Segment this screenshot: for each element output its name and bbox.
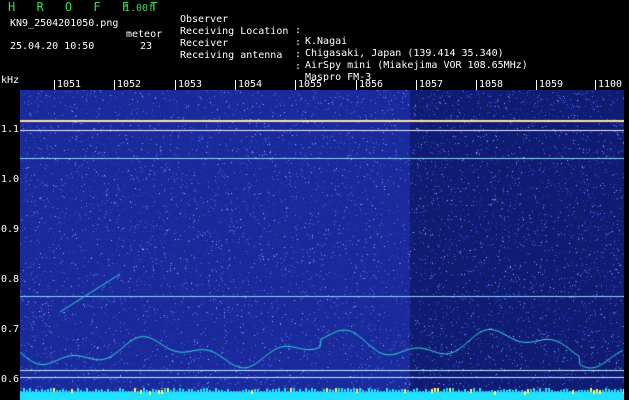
meteor-count: 23 — [140, 41, 153, 52]
freq-tick-label: 0.9 — [1, 224, 20, 235]
detector-label: meteor — [126, 29, 163, 40]
capture-datetime: 25.04.20 10:50 — [10, 41, 95, 52]
freq-tick-label: 1.1 — [1, 124, 20, 135]
time-tick: 1051 — [54, 79, 82, 90]
info-location: Receiving Location : Chigasaki, Japan (1… — [180, 15, 504, 59]
info-observer: Observer : K.Nagai — [180, 3, 347, 47]
spectrogram — [20, 90, 624, 400]
time-tick: 1059 — [536, 79, 564, 90]
time-tick: 1052 — [114, 79, 142, 90]
info-value: AirSpy mini (Miakejima VOR 108.65MHz) — [305, 60, 528, 71]
hrofft-screen: H R O F F T 1.00f KN9_2504201050.png 25.… — [0, 0, 629, 400]
time-tick: 1056 — [356, 79, 384, 90]
time-tick-label: 1054 — [238, 79, 263, 90]
info-separator: : — [295, 61, 302, 72]
info-separator: : — [295, 25, 302, 36]
info-receiver: Receiver : AirSpy mini (Miakejima VOR 10… — [180, 27, 528, 71]
image-filename: KN9_2504201050.png — [10, 18, 119, 29]
freq-tick-label: 0.8 — [1, 274, 20, 285]
info-separator: : — [295, 49, 302, 60]
info-antenna: Receiving antenna : Maspro FM-3 — [180, 39, 371, 83]
time-tick-label: 1100 — [598, 79, 623, 90]
freq-unit-label: kHz — [1, 75, 20, 86]
time-tick-label: 1051 — [57, 79, 82, 90]
time-tick: 1055 — [295, 79, 323, 90]
freq-tick-label: 0.7 — [1, 324, 20, 335]
time-tick-label: 1059 — [539, 79, 564, 90]
app-version: 1.00f — [124, 3, 155, 14]
time-tick-label: 1053 — [178, 79, 203, 90]
freq-tick-label: 0.6 — [1, 374, 20, 385]
time-tick-label: 1052 — [117, 79, 142, 90]
time-tick-label: 1056 — [359, 79, 384, 90]
time-tick: 1057 — [416, 79, 444, 90]
freq-tick-label: 1.0 — [1, 174, 20, 185]
info-key: Receiving antenna — [180, 50, 283, 61]
info-value: Chigasaki, Japan (139.414 35.340) — [305, 48, 504, 59]
time-tick: 1100 — [595, 79, 623, 90]
time-tick-label: 1055 — [298, 79, 323, 90]
time-tick-label: 1057 — [419, 79, 444, 90]
time-tick-label: 1058 — [479, 79, 504, 90]
info-value: K.Nagai — [305, 36, 348, 47]
info-separator: : — [295, 37, 302, 48]
time-tick: 1058 — [476, 79, 504, 90]
time-tick: 1053 — [175, 79, 203, 90]
freq-axis: 1.1 1.0 0.9 0.8 0.7 0.6 — [0, 90, 20, 400]
time-tick: 1054 — [235, 79, 263, 90]
